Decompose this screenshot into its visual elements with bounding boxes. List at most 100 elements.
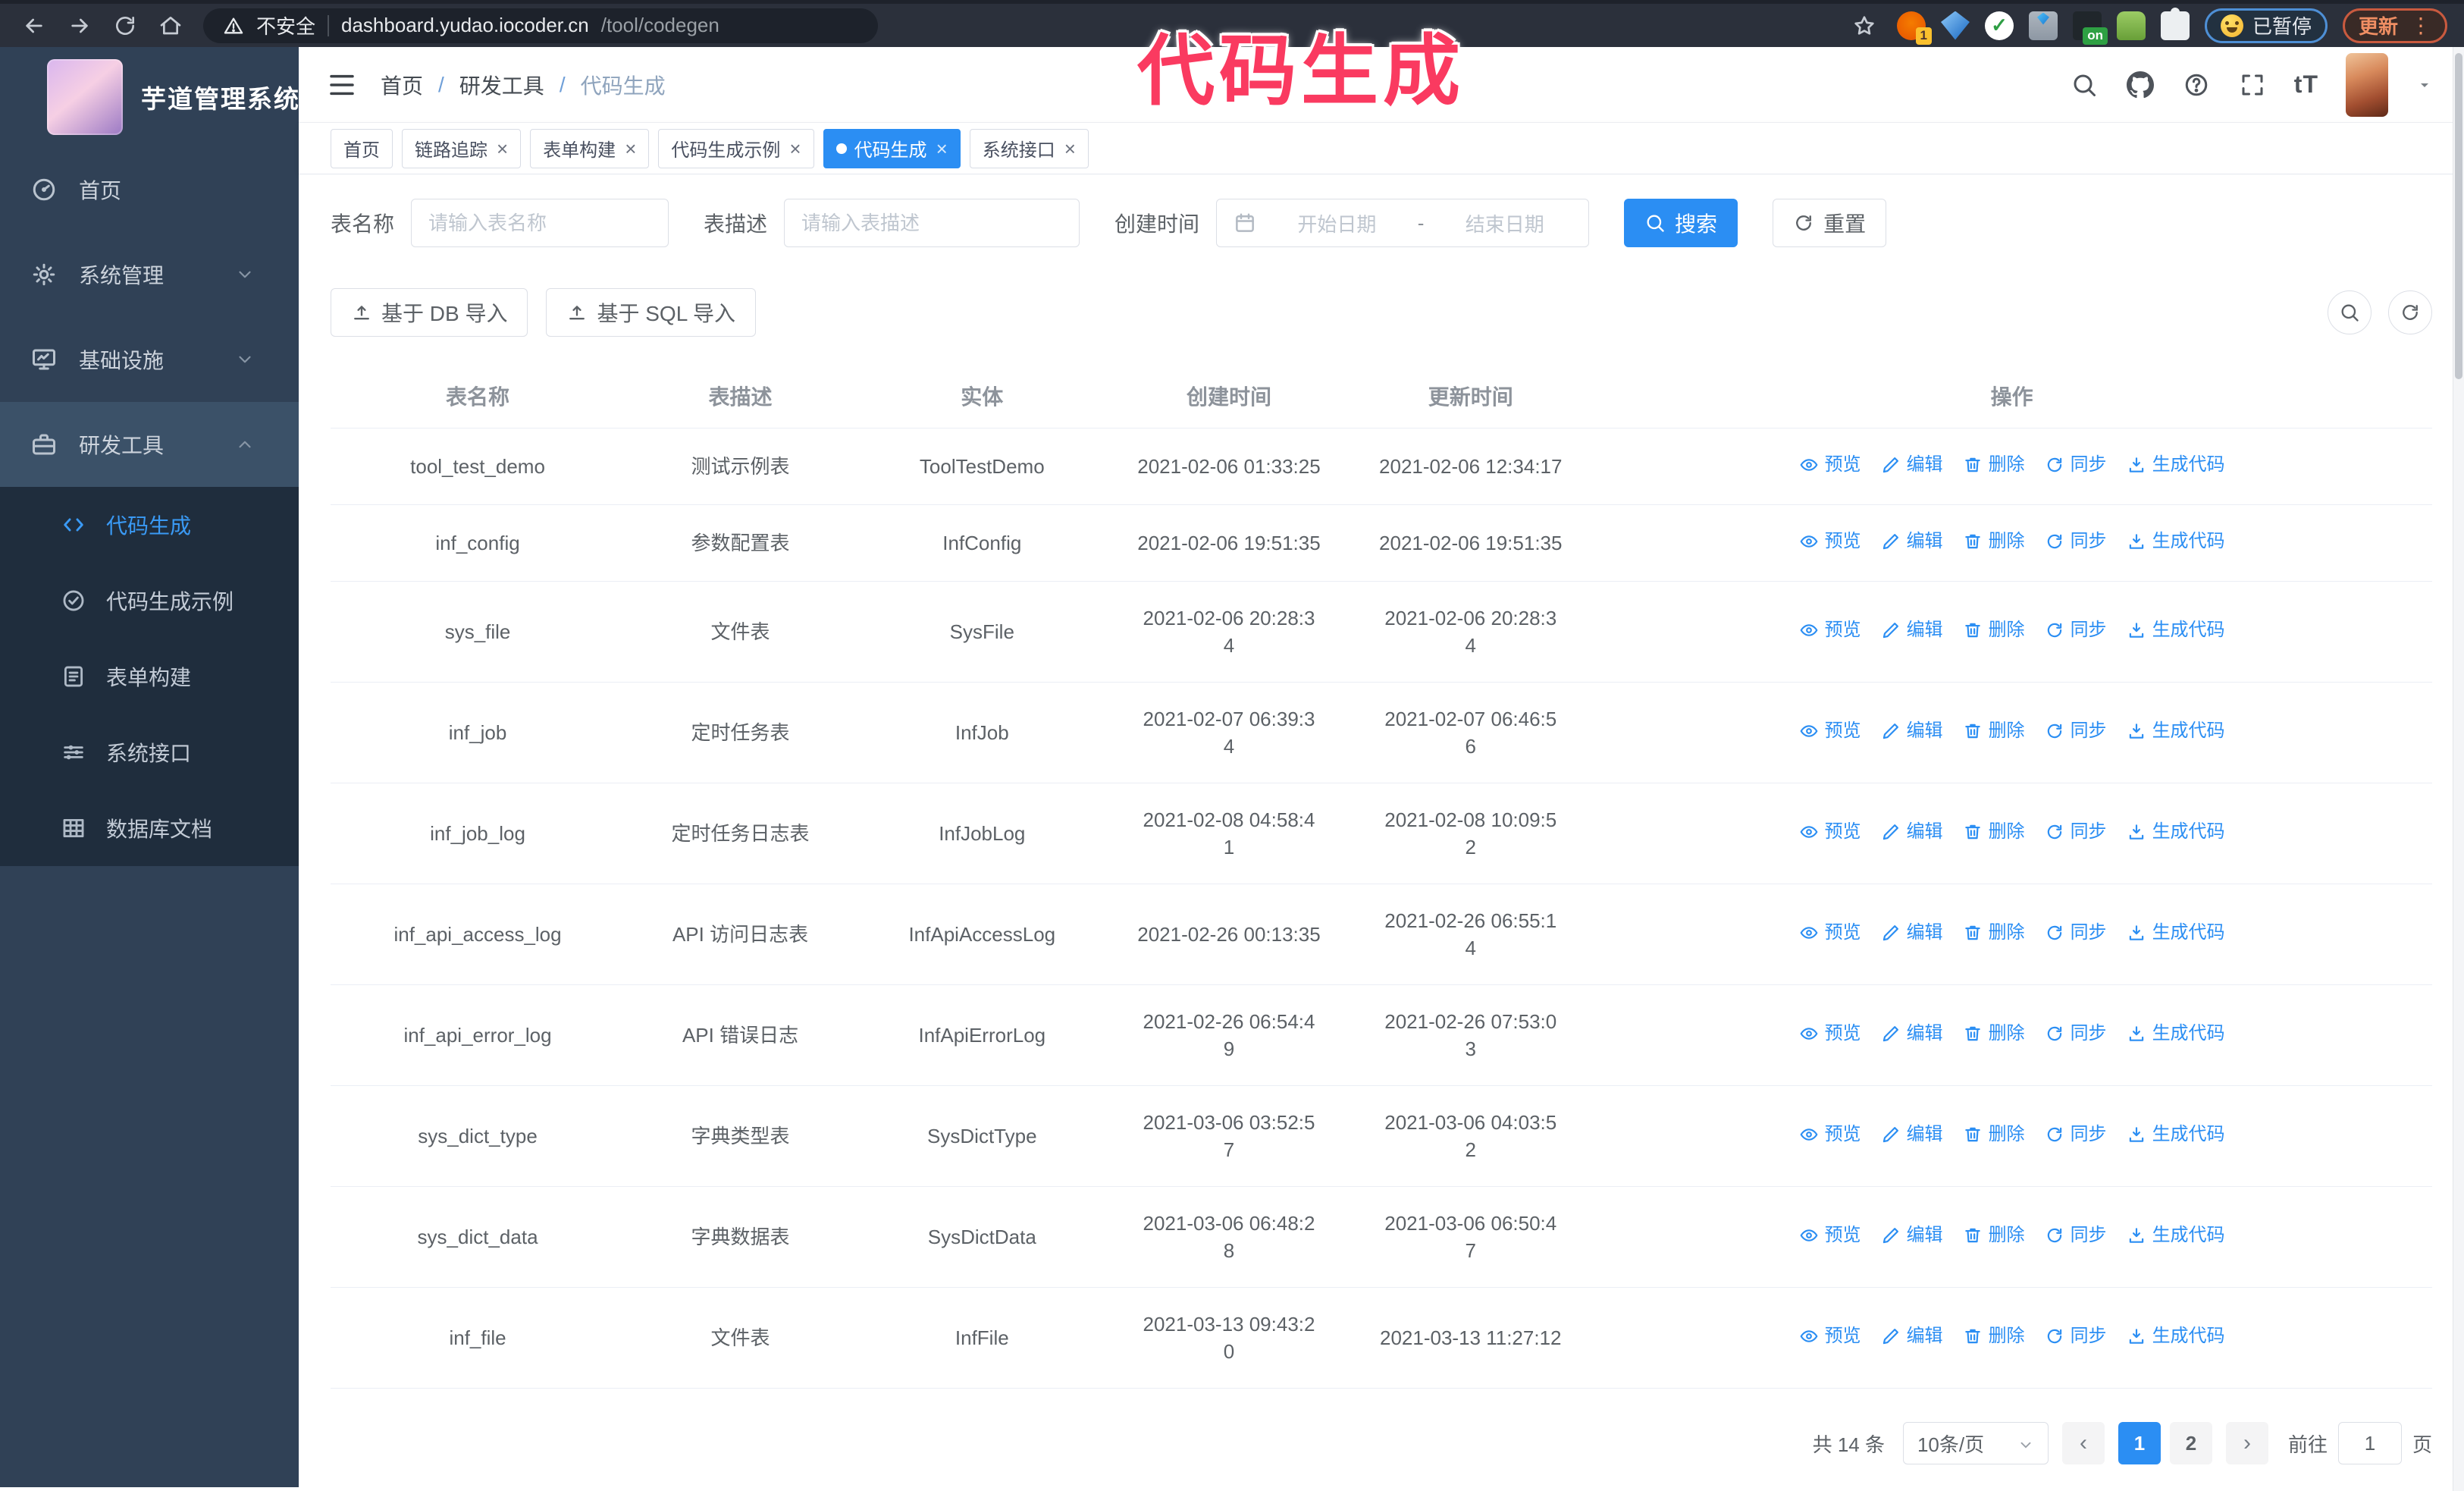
action-preview[interactable]: 预览: [1799, 919, 1861, 946]
avatar-caret-down-icon[interactable]: [2415, 76, 2434, 94]
action-delete[interactable]: 删除: [1963, 1323, 2025, 1350]
action-generate[interactable]: 生成代码: [2127, 528, 2225, 555]
date-range-picker[interactable]: 开始日期 - 结束日期: [1216, 199, 1590, 247]
import-db-button[interactable]: 基于 DB 导入: [331, 288, 528, 337]
font-size-icon[interactable]: tT: [2294, 71, 2318, 99]
hamburger-icon[interactable]: [326, 69, 358, 101]
next-page-button[interactable]: ›: [2225, 1422, 2268, 1464]
extension-ext-green-check-icon[interactable]: [1984, 11, 2014, 40]
close-icon[interactable]: ×: [497, 139, 508, 159]
fullscreen-icon[interactable]: [2238, 71, 2267, 99]
sidebar-item-system[interactable]: 系统管理: [0, 232, 299, 317]
toggle-search-button[interactable]: [2328, 290, 2372, 334]
bookmark-star-icon[interactable]: [1847, 8, 1882, 43]
action-delete[interactable]: 删除: [1963, 1222, 2025, 1249]
sidebar-subitem-form-builder[interactable]: 表单构建: [0, 639, 299, 714]
extension-ext-gem-icon[interactable]: [1940, 11, 1970, 40]
action-preview[interactable]: 预览: [1799, 1121, 1861, 1148]
extension-ext-dark-on-icon[interactable]: on: [2072, 11, 2108, 45]
tab-tracing[interactable]: 链路追踪 ×: [402, 128, 522, 168]
end-date-input[interactable]: 结束日期: [1437, 209, 1572, 237]
action-sync[interactable]: 同步: [2045, 818, 2107, 846]
action-sync[interactable]: 同步: [2045, 451, 2107, 479]
sidebar-subitem-codegen[interactable]: 代码生成: [0, 487, 299, 563]
sidebar-subitem-system-api[interactable]: 系统接口: [0, 714, 299, 790]
close-icon[interactable]: ×: [1064, 139, 1076, 159]
action-generate[interactable]: 生成代码: [2127, 1222, 2225, 1249]
github-icon[interactable]: [2126, 71, 2155, 99]
extension-ext-orange-icon[interactable]: 1: [1896, 11, 1932, 45]
action-sync[interactable]: 同步: [2045, 1323, 2107, 1350]
close-icon[interactable]: ×: [625, 139, 636, 159]
action-delete[interactable]: 删除: [1963, 1121, 2025, 1148]
goto-page-input[interactable]: [2337, 1422, 2402, 1464]
profile-paused-button[interactable]: 已暂停: [2204, 8, 2328, 43]
action-edit[interactable]: 编辑: [1881, 919, 1943, 946]
tab-codegen[interactable]: 代码生成 ×: [823, 128, 961, 168]
action-edit[interactable]: 编辑: [1881, 1323, 1943, 1350]
action-preview[interactable]: 预览: [1799, 1323, 1861, 1350]
security-warning-icon[interactable]: [223, 15, 244, 36]
extension-ext-grid-gem-icon[interactable]: [2028, 11, 2058, 40]
action-sync[interactable]: 同步: [2045, 528, 2107, 555]
extension-ext-green-bot-icon[interactable]: [2116, 11, 2146, 40]
action-preview[interactable]: 预览: [1799, 717, 1861, 745]
action-sync[interactable]: 同步: [2045, 1020, 2107, 1047]
action-sync[interactable]: 同步: [2045, 919, 2107, 946]
action-edit[interactable]: 编辑: [1881, 617, 1943, 644]
reset-button[interactable]: 重置: [1773, 199, 1887, 247]
sidebar-subitem-codegen-example[interactable]: 代码生成示例: [0, 563, 299, 639]
action-preview[interactable]: 预览: [1799, 1020, 1861, 1047]
action-edit[interactable]: 编辑: [1881, 717, 1943, 745]
browser-menu-kebab-icon[interactable]: ⋮: [2410, 13, 2431, 38]
breadcrumb-item[interactable]: 研发工具: [459, 70, 544, 100]
page-button-1[interactable]: 1: [2118, 1422, 2161, 1464]
close-icon[interactable]: ×: [789, 139, 801, 159]
action-edit[interactable]: 编辑: [1881, 818, 1943, 846]
action-generate[interactable]: 生成代码: [2127, 617, 2225, 644]
action-delete[interactable]: 删除: [1963, 528, 2025, 555]
action-delete[interactable]: 删除: [1963, 1020, 2025, 1047]
action-sync[interactable]: 同步: [2045, 717, 2107, 745]
tab-codegen-example[interactable]: 代码生成示例 ×: [658, 128, 814, 168]
prev-page-button[interactable]: ‹: [2061, 1422, 2105, 1464]
browser-home-icon[interactable]: [153, 8, 188, 43]
sidebar-subitem-db-doc[interactable]: 数据库文档: [0, 790, 299, 866]
close-icon[interactable]: ×: [936, 139, 948, 159]
action-preview[interactable]: 预览: [1799, 1222, 1861, 1249]
sidebar-item-home[interactable]: 首页: [0, 147, 299, 232]
action-generate[interactable]: 生成代码: [2127, 451, 2225, 479]
action-delete[interactable]: 删除: [1963, 617, 2025, 644]
action-delete[interactable]: 删除: [1963, 451, 2025, 479]
action-edit[interactable]: 编辑: [1881, 1222, 1943, 1249]
brand[interactable]: 芋道管理系统: [0, 47, 299, 147]
tab-home[interactable]: 首页: [331, 128, 393, 168]
start-date-input[interactable]: 开始日期: [1270, 209, 1404, 237]
user-avatar[interactable]: [2346, 52, 2388, 117]
sidebar-item-infra[interactable]: 基础设施: [0, 317, 299, 402]
tab-form-builder[interactable]: 表单构建 ×: [530, 128, 650, 168]
action-sync[interactable]: 同步: [2045, 1222, 2107, 1249]
browser-back-icon[interactable]: [17, 8, 52, 43]
action-delete[interactable]: 删除: [1963, 919, 2025, 946]
sidebar-item-devtools[interactable]: 研发工具: [0, 402, 299, 487]
scrollbar-thumb[interactable]: [2455, 53, 2462, 379]
help-icon[interactable]: [2182, 71, 2211, 99]
action-delete[interactable]: 删除: [1963, 717, 2025, 745]
action-preview[interactable]: 预览: [1799, 818, 1861, 846]
extension-ext-puzzle-icon[interactable]: [2160, 11, 2190, 40]
action-preview[interactable]: 预览: [1799, 528, 1861, 555]
action-generate[interactable]: 生成代码: [2127, 1323, 2225, 1350]
breadcrumb-item[interactable]: 首页: [381, 70, 423, 100]
browser-reload-icon[interactable]: [108, 8, 143, 43]
action-generate[interactable]: 生成代码: [2127, 717, 2225, 745]
search-icon[interactable]: [2070, 71, 2099, 99]
import-sql-button[interactable]: 基于 SQL 导入: [546, 288, 757, 337]
tab-system-api[interactable]: 系统接口 ×: [969, 128, 1089, 168]
action-generate[interactable]: 生成代码: [2127, 1121, 2225, 1148]
action-generate[interactable]: 生成代码: [2127, 1020, 2225, 1047]
search-button[interactable]: 搜索: [1624, 199, 1738, 247]
address-bar[interactable]: 不安全 dashboard.yudao.iocoder.cn/tool/code…: [203, 8, 878, 43]
action-delete[interactable]: 删除: [1963, 818, 2025, 846]
page-button-2[interactable]: 2: [2169, 1422, 2212, 1464]
